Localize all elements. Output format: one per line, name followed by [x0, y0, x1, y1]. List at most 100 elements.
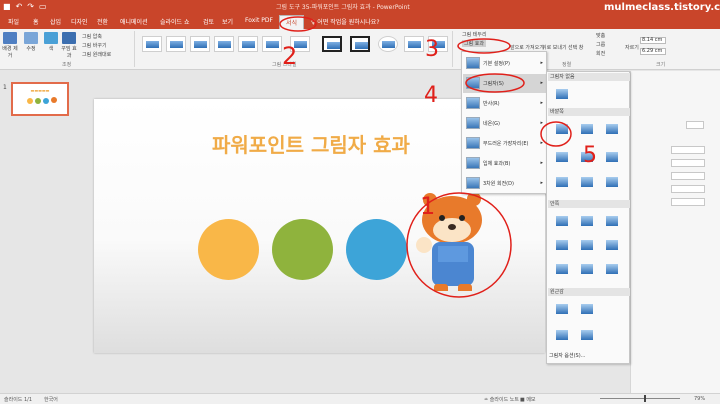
notes-button[interactable]: ≐ 슬라이드 노트 — [484, 396, 519, 403]
inner-shadow-swatch[interactable] — [604, 238, 621, 253]
outer-shadow-swatch[interactable] — [554, 175, 571, 190]
green-circle[interactable] — [272, 219, 333, 280]
picture-style-thumb[interactable] — [290, 36, 310, 52]
inner-shadow-swatch[interactable] — [554, 262, 571, 277]
tab-file[interactable]: 파일 — [8, 17, 19, 26]
effects-glow-item[interactable]: 네온(G) ▸ — [463, 114, 546, 133]
pane-field[interactable] — [671, 172, 705, 180]
inner-shadow-swatch[interactable] — [579, 238, 596, 253]
tab-home[interactable]: 홈 — [33, 17, 39, 26]
save-icon[interactable]: ■ — [3, 2, 11, 12]
redo-icon[interactable]: ↷ — [27, 2, 34, 12]
effects-soft-edges-item[interactable]: 부드러운 가장자리(E) ▸ — [463, 134, 546, 153]
picture-style-thumb[interactable] — [322, 36, 342, 52]
rotate-button[interactable]: 회전 — [596, 50, 605, 57]
outer-shadow-swatch[interactable] — [554, 150, 571, 165]
inner-shadow-swatch[interactable] — [579, 262, 596, 277]
picture-style-thumb[interactable] — [378, 36, 398, 52]
tab-format[interactable]: 서식 — [279, 15, 305, 29]
picture-style-thumb[interactable] — [404, 36, 424, 52]
picture-style-thumb[interactable] — [166, 36, 186, 52]
slide-thumbnail[interactable]: ▬▬▬▬▬ — [11, 82, 69, 116]
inner-shadow-swatch[interactable] — [554, 214, 571, 229]
compress-pictures-button[interactable]: 그림 압축 — [82, 33, 102, 40]
send-backward-button[interactable]: 뒤로 보내기 — [542, 44, 567, 51]
tab-review[interactable]: 검토 — [203, 17, 214, 26]
picture-style-thumb[interactable] — [350, 36, 370, 52]
perspective-shadow-swatch[interactable] — [579, 328, 596, 343]
tab-design[interactable]: 디자인 — [71, 17, 88, 26]
picture-styles-group-label: 그림 스타일 — [272, 62, 297, 68]
picture-style-thumb[interactable] — [428, 36, 448, 52]
soft-edges-icon — [466, 137, 480, 149]
picture-style-thumb[interactable] — [190, 36, 210, 52]
outer-shadow-swatch[interactable] — [604, 150, 621, 165]
inner-shadow-swatch[interactable] — [604, 214, 621, 229]
picture-style-thumb[interactable] — [214, 36, 234, 52]
group-button[interactable]: 그룹 — [596, 41, 605, 48]
perspective-shadow-header: 원근감 — [548, 288, 630, 296]
outer-shadow-swatch[interactable] — [604, 122, 621, 137]
effects-shadow-item[interactable]: 그림자(S) ▸ — [463, 74, 546, 93]
crop-button[interactable]: 자르기 — [625, 44, 639, 51]
present-icon[interactable]: ▭ — [39, 2, 47, 12]
inner-shadow-swatch[interactable] — [579, 214, 596, 229]
slide-title[interactable]: 파워포인트 그림자 효과 — [212, 129, 410, 158]
inner-shadow-swatch[interactable] — [604, 262, 621, 277]
tab-insert[interactable]: 삽입 — [50, 17, 61, 26]
language-indicator[interactable]: 한국어 — [44, 396, 58, 403]
pane-dropdown[interactable] — [686, 121, 704, 129]
perspective-shadow-swatch[interactable] — [554, 328, 571, 343]
remove-background-button[interactable]: 배경 제거 — [2, 32, 18, 59]
outer-shadow-header: 바깥쪽 — [548, 108, 630, 116]
pane-field[interactable] — [671, 198, 705, 206]
effects-3d-rotation-item[interactable]: 3차원 회전(D) ▸ — [463, 174, 546, 193]
width-field[interactable]: 6.29 cm — [640, 48, 666, 55]
picture-style-thumb[interactable] — [142, 36, 162, 52]
inner-shadow-swatch[interactable] — [554, 238, 571, 253]
outer-shadow-swatch[interactable] — [579, 175, 596, 190]
effects-preset-item[interactable]: 기본 설정(P) ▸ — [463, 54, 546, 73]
effects-reflection-item[interactable]: 반사(R) ▸ — [463, 94, 546, 113]
tab-slideshow[interactable]: 슬라이드 쇼 — [160, 17, 190, 26]
artistic-effects-button[interactable]: 꾸밈 효과 — [61, 32, 77, 59]
color-button[interactable]: 색 — [43, 32, 59, 52]
zoom-slider-thumb[interactable] — [644, 395, 646, 402]
zoom-level[interactable]: 79% — [694, 396, 705, 402]
zoom-slider[interactable] — [600, 398, 680, 399]
bear-character-picture[interactable] — [408, 190, 508, 302]
undo-icon[interactable]: ↶ — [16, 2, 23, 12]
tab-view[interactable]: 보기 — [222, 17, 233, 26]
blue-circle[interactable] — [346, 219, 407, 280]
bring-forward-button[interactable]: 앞으로 가져오기 — [510, 44, 544, 51]
pane-field[interactable] — [671, 185, 705, 193]
tell-me-search[interactable]: ♀ 어떤 작업을 원하시나요? — [311, 17, 380, 26]
picture-effects-button[interactable]: 그림 효과 — [462, 40, 486, 47]
effects-bevel-item[interactable]: 입체 효과(B) ▸ — [463, 154, 546, 173]
comments-button[interactable]: ■ 메모 — [520, 396, 536, 403]
height-field[interactable]: 8.14 cm — [640, 37, 666, 44]
outer-shadow-swatch[interactable] — [579, 150, 596, 165]
align-button[interactable]: 맞춤 — [596, 32, 605, 39]
pane-field[interactable] — [671, 146, 705, 154]
outer-shadow-swatch[interactable] — [554, 122, 571, 137]
pane-field[interactable] — [671, 159, 705, 167]
no-shadow-swatch[interactable] — [554, 87, 571, 102]
tab-foxit-pdf[interactable]: Foxit PDF — [245, 17, 273, 24]
selection-pane-button[interactable]: 선택 창 — [568, 44, 583, 51]
outer-shadow-swatch[interactable] — [579, 122, 596, 137]
corrections-button[interactable]: 수정 — [23, 32, 39, 52]
outer-shadow-swatch[interactable] — [604, 175, 621, 190]
tab-animations[interactable]: 애니메이션 — [120, 17, 148, 26]
picture-style-thumb[interactable] — [262, 36, 282, 52]
perspective-shadow-swatch[interactable] — [554, 302, 571, 317]
picture-border-button[interactable]: 그림 테두리 — [462, 31, 487, 38]
reset-picture-button[interactable]: 그림 원래대로 — [82, 51, 111, 58]
picture-style-thumb[interactable] — [238, 36, 258, 52]
change-picture-button[interactable]: 그림 바꾸기 — [82, 42, 107, 49]
slide-thumbnail-pane — [0, 71, 74, 393]
shadow-options-item[interactable]: 그림자 옵션(S)... — [549, 352, 585, 359]
orange-circle[interactable] — [198, 219, 259, 280]
perspective-shadow-swatch[interactable] — [579, 302, 596, 317]
tab-transitions[interactable]: 전환 — [97, 17, 108, 26]
